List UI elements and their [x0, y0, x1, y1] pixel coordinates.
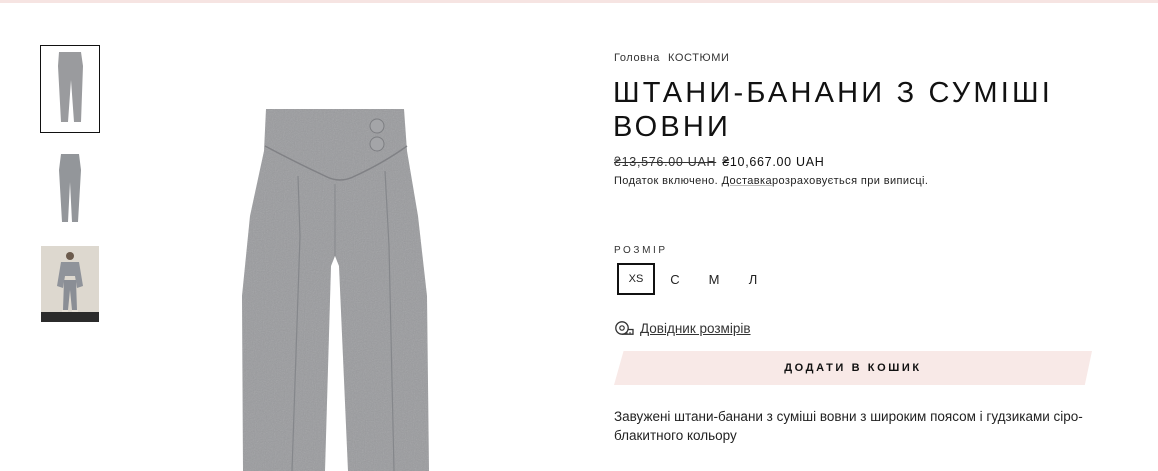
- size-guide-label: Довідник розмірів: [640, 320, 751, 336]
- breadcrumb-home-link[interactable]: Головна: [614, 52, 660, 64]
- add-to-cart-button[interactable]: ДОДАТИ В КОШИК: [614, 351, 1092, 385]
- thumbnail-side[interactable]: [41, 148, 99, 228]
- tax-shipping-note: Податок включено. Доставкарозраховується…: [614, 175, 928, 187]
- size-option-l[interactable]: Л: [734, 263, 772, 295]
- thumbnail-front-image: [58, 52, 83, 122]
- product-description: Завужені штани-банани з суміші вовни з ш…: [614, 409, 1083, 443]
- thumbnail-side-image: [59, 154, 81, 222]
- product-main-image[interactable]: [180, 96, 500, 471]
- tax-included-text: Податок включено.: [614, 175, 719, 187]
- thumbnail-model-image: [41, 246, 99, 322]
- top-banner-strip: [0, 0, 1158, 3]
- thumbnail-model[interactable]: [41, 246, 99, 322]
- size-option-m[interactable]: М: [695, 263, 733, 295]
- size-option-s[interactable]: С: [656, 263, 694, 295]
- tape-measure-icon: [615, 321, 634, 335]
- size-selector: XS С М Л: [617, 263, 773, 295]
- sale-price: ₴10,667.00 UAH: [722, 155, 825, 169]
- breadcrumb: Головна КОСТЮМИ: [614, 52, 738, 64]
- product-title: ШТАНИ-БАНАНИ З СУМІШІ ВОВНИ: [613, 77, 1054, 143]
- size-guide-link[interactable]: Довідник розмірів: [614, 320, 751, 336]
- price-block: ₴13,576.00 UAH ₴10,667.00 UAH: [614, 155, 824, 169]
- original-price: ₴13,576.00 UAH: [614, 155, 717, 169]
- breadcrumb-category-link[interactable]: КОСТЮМИ: [668, 52, 730, 64]
- shipping-calculated-text: розраховується при виписці.: [772, 175, 929, 187]
- size-option-xs[interactable]: XS: [617, 263, 655, 295]
- wool-trousers-image: [242, 109, 429, 471]
- shipping-policy-link[interactable]: Доставка: [722, 175, 772, 187]
- thumbnail-front[interactable]: [40, 45, 100, 133]
- size-label: РОЗМІР: [614, 245, 668, 256]
